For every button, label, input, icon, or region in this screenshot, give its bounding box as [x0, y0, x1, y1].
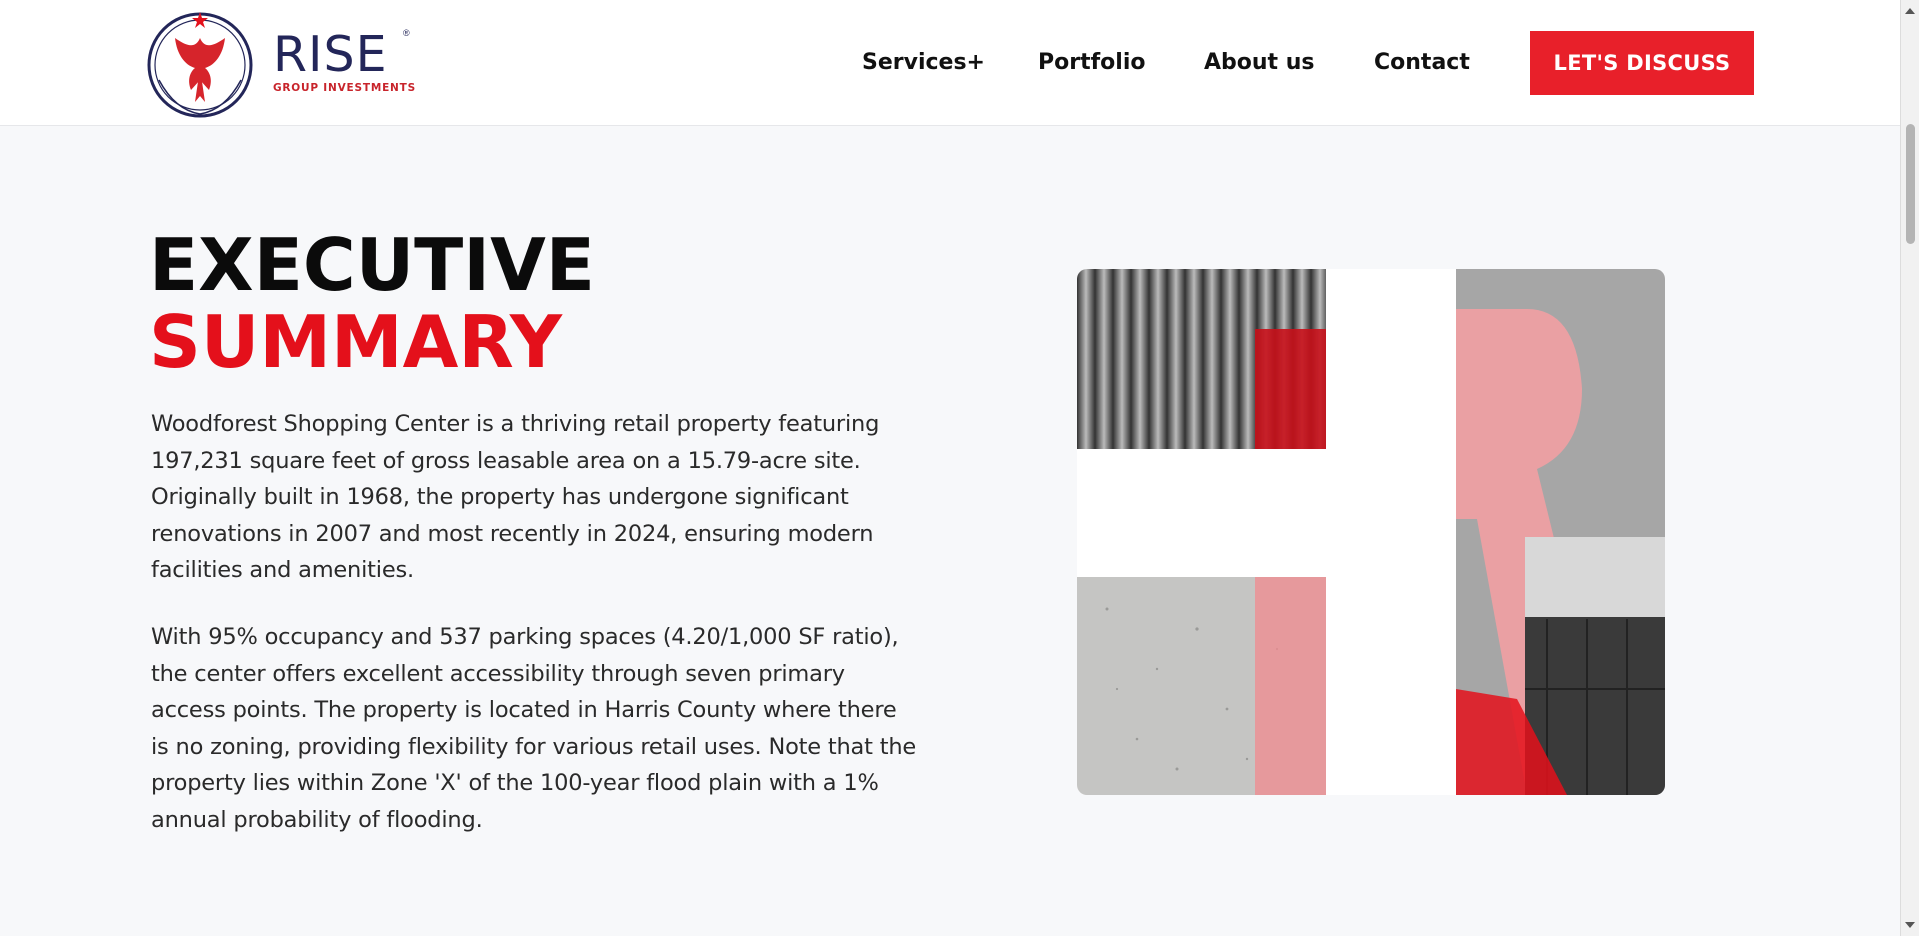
summary-paragraph-2: With 95% occupancy and 537 parking space… [151, 624, 917, 833]
nav-about-us[interactable]: About us [1204, 50, 1314, 75]
brand-wordmark: RISE ® GROUP INVESTMENTS [273, 26, 416, 94]
nav-services[interactable]: Services+ [862, 50, 985, 75]
hero-collage-image [1077, 269, 1665, 795]
lets-discuss-button[interactable]: LET'S DISCUSS [1530, 31, 1754, 95]
section-title-line1: EXECUTIVE [149, 223, 595, 307]
section-title-line2: SUMMARY [149, 300, 562, 384]
brand-name: RISE [273, 26, 388, 83]
page-scrollbar[interactable] [1900, 0, 1919, 936]
summary-paragraph-1: Woodforest Shopping Center is a thriving… [151, 411, 880, 583]
scroll-thumb[interactable] [1906, 124, 1915, 244]
scroll-down-arrow-icon[interactable] [1905, 922, 1915, 928]
nav-portfolio[interactable]: Portfolio [1038, 50, 1146, 75]
site-header: RISE ® GROUP INVESTMENTS Services+ Portf… [0, 0, 1900, 126]
scroll-up-arrow-icon[interactable] [1905, 8, 1915, 14]
brand-tagline: GROUP INVESTMENTS [273, 82, 416, 94]
registered-mark: ® [403, 28, 410, 38]
nav-contact[interactable]: Contact [1374, 50, 1470, 75]
